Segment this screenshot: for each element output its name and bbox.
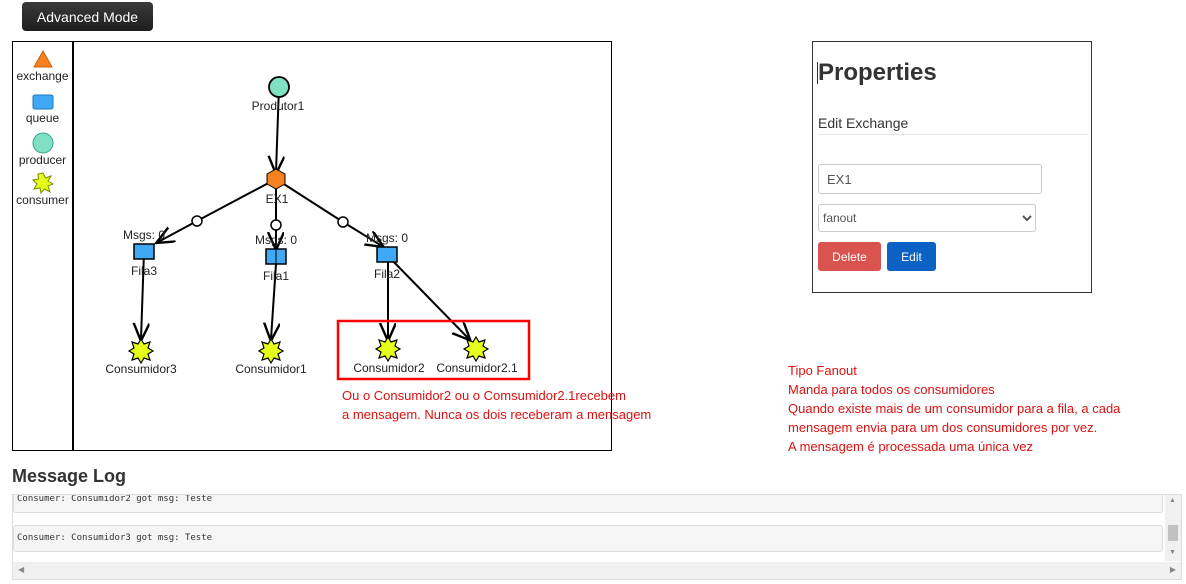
- queue-msgs-count: Msgs: 0: [123, 228, 165, 242]
- message-log-title: Message Log: [12, 466, 127, 486]
- annotation-line: Ou o Consumidor2 ou o Comsumidor2.1receb…: [342, 388, 626, 403]
- queue-label: Fila3: [131, 264, 157, 278]
- exchange-name-input[interactable]: [818, 164, 1042, 194]
- consumer-node-consumidor2-1[interactable]: [462, 335, 490, 363]
- annotation-left: Ou o Consumidor2 ou o Comsumidor2.1receb…: [342, 386, 651, 424]
- consumer-node-consumidor2[interactable]: [374, 335, 402, 363]
- queue-label: Fila1: [263, 269, 289, 283]
- consumer-label: Consumidor3: [105, 362, 177, 376]
- scroll-thumb[interactable]: [1168, 525, 1178, 541]
- edge-fila2-consumidor2-1: [387, 255, 469, 339]
- producer-label: Produtor1: [252, 99, 305, 113]
- consumer-node-consumidor3[interactable]: [127, 337, 155, 365]
- vertical-scrollbar[interactable]: ▲ ▼: [1165, 495, 1181, 561]
- log-entry: Consumer: Consumidor2 got msg: Teste: [13, 495, 1163, 513]
- exchange-node[interactable]: [266, 168, 286, 190]
- consumer-node-consumidor1[interactable]: [257, 337, 285, 365]
- queue-node-fila2[interactable]: [376, 246, 398, 263]
- annotation-line: Manda para todos os consumidores: [788, 382, 995, 397]
- message-log[interactable]: Consumer: Consumidor2 got msg: Teste Con…: [12, 494, 1182, 580]
- advanced-mode-button[interactable]: Advanced Mode: [22, 2, 153, 31]
- binding-dot[interactable]: [191, 215, 203, 227]
- annotation-line: A mensagem é processada uma única vez: [788, 439, 1033, 454]
- properties-subtitle: Edit Exchange: [818, 115, 909, 131]
- binding-dot[interactable]: [337, 216, 349, 228]
- consumer-label: Consumidor2.1: [436, 361, 518, 375]
- log-entry: Consumer: Consumidor3 got msg: Teste: [13, 525, 1163, 552]
- exchange-type-select[interactable]: fanout: [818, 204, 1036, 232]
- annotation-line: a mensagem. Nunca os dois receberam a me…: [342, 407, 652, 422]
- scroll-up-icon[interactable]: ▲: [1169, 497, 1176, 504]
- annotation-line: Tipo Fanout: [788, 363, 857, 378]
- scroll-down-icon[interactable]: ▼: [1169, 549, 1176, 556]
- queue-node-fila3[interactable]: [133, 243, 155, 260]
- consumer-label: Consumidor2: [353, 361, 425, 375]
- queue-label: Fila2: [374, 267, 400, 281]
- delete-button[interactable]: Delete: [818, 242, 881, 271]
- queue-msgs-count: Msgs: 0: [366, 231, 408, 245]
- edit-button[interactable]: Edit: [887, 242, 936, 271]
- consumer-label: Consumidor1: [235, 362, 307, 376]
- horizontal-scrollbar[interactable]: ◀ ▶: [13, 562, 1181, 579]
- queue-msgs-count: Msgs: 0: [255, 233, 297, 247]
- annotation-line: Quando existe mais de um consumidor para…: [788, 401, 1121, 416]
- divider: [818, 134, 1088, 135]
- properties-panel: Properties Edit Exchange fanout Delete E…: [812, 41, 1092, 293]
- annotation-line: mensagem envia para um dos consumidores …: [788, 420, 1098, 435]
- annotation-right: Tipo Fanout Manda para todos os consumido…: [788, 361, 1120, 456]
- producer-node[interactable]: [268, 76, 290, 98]
- binding-dot[interactable]: [270, 219, 282, 231]
- exchange-label: EX1: [266, 192, 289, 206]
- scroll-right-icon[interactable]: ▶: [1170, 565, 1176, 574]
- scroll-left-icon[interactable]: ◀: [18, 565, 24, 574]
- edge-exchange-fila3: [196, 178, 277, 222]
- properties-title: Properties: [818, 59, 937, 86]
